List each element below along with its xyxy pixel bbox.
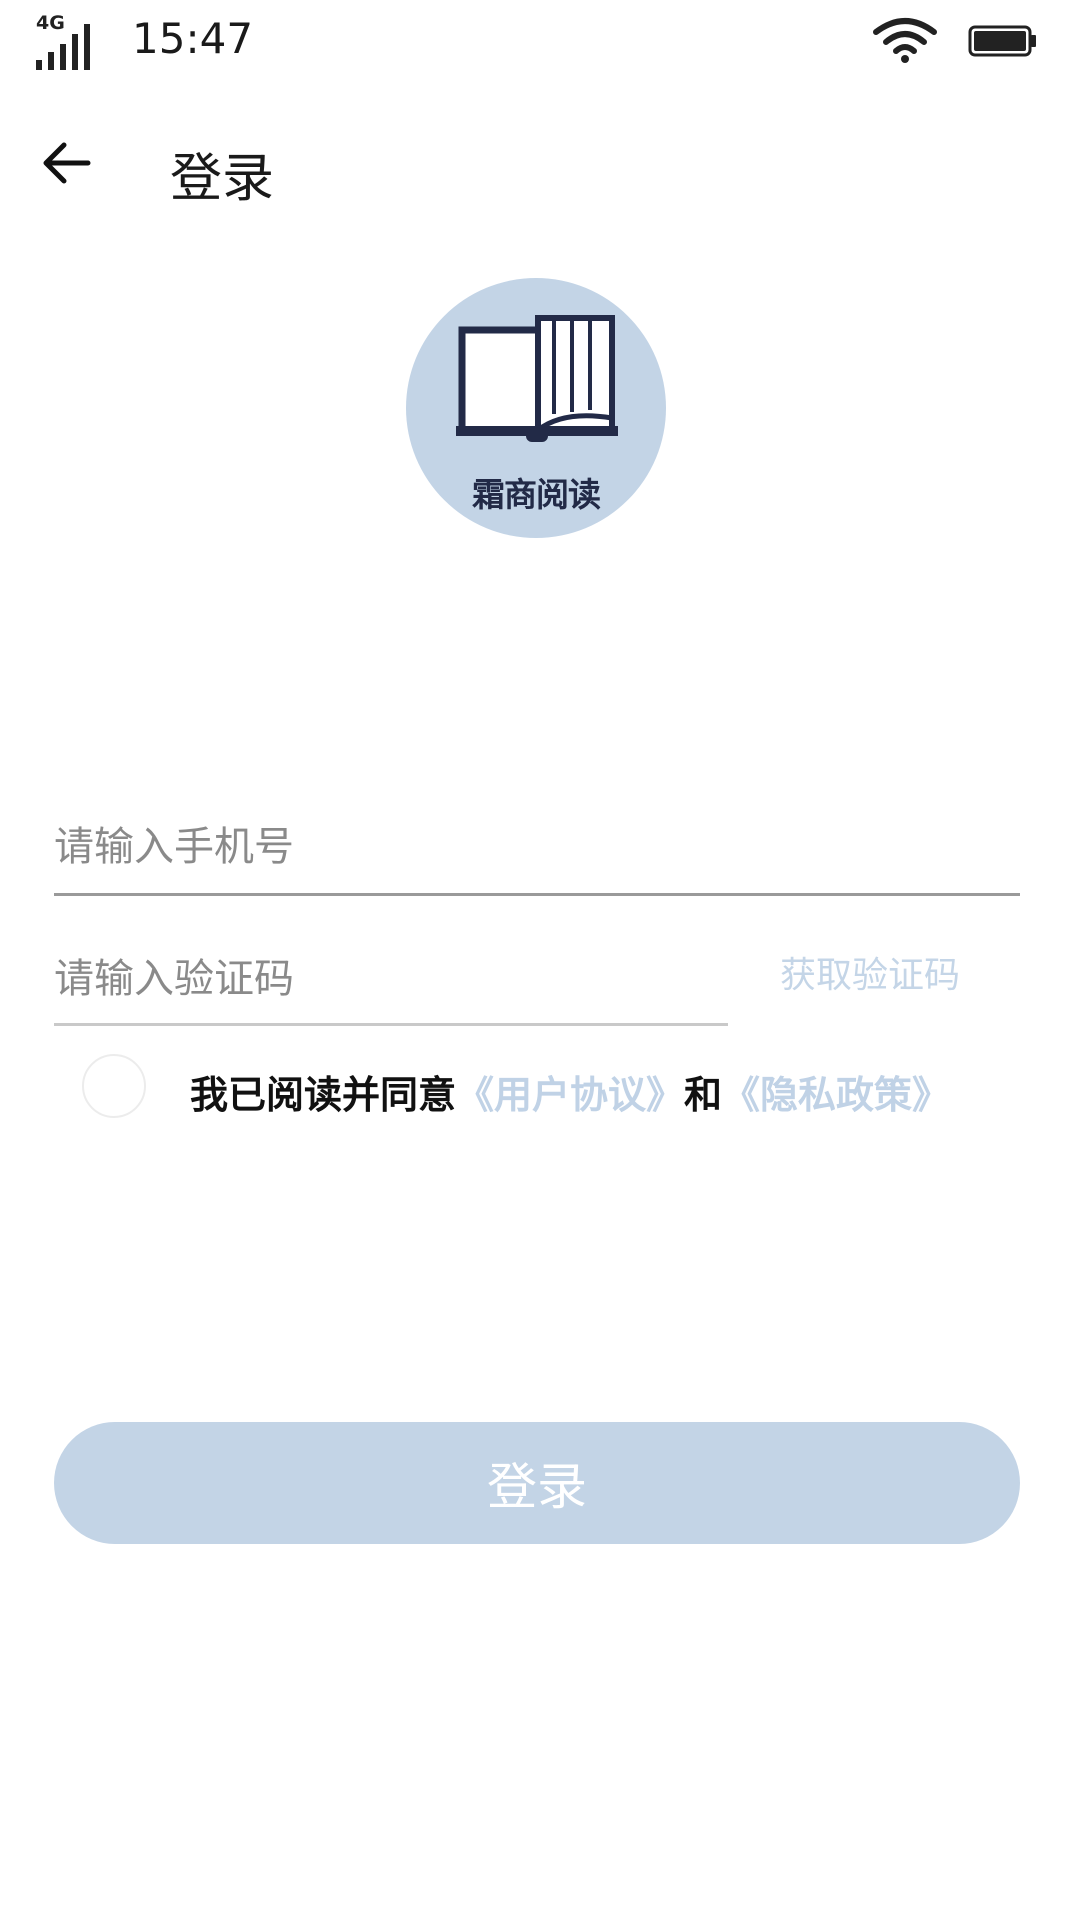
battery-icon: [968, 25, 1036, 57]
back-arrow-icon[interactable]: [40, 140, 92, 186]
logo-text: 霜商阅读: [472, 475, 601, 514]
status-bar: 4G 15:47: [0, 0, 1073, 80]
phone-input[interactable]: [54, 812, 1014, 882]
login-button[interactable]: 登录: [54, 1422, 1020, 1544]
get-code-button[interactable]: 获取验证码: [780, 946, 960, 998]
phone-input-underline: [54, 893, 1020, 896]
open-book-icon: [456, 315, 618, 442]
user-agreement-link[interactable]: 《用户协议》: [456, 1073, 684, 1117]
privacy-policy-link[interactable]: 《隐私政策》: [722, 1073, 950, 1117]
code-input-underline: [54, 1023, 728, 1026]
app-logo: 霜商阅读: [406, 278, 666, 538]
agreement-conjunction: 和: [684, 1073, 723, 1117]
wifi-icon: [873, 18, 937, 63]
agreement-prefix: 我已阅读并同意: [190, 1073, 457, 1117]
page-title: 登录: [170, 149, 275, 209]
agreement-text: 我已阅读并同意《用户协议》和《隐私政策》: [190, 1064, 950, 1119]
network-type-label: 4G: [36, 12, 65, 34]
status-time: 15:47: [132, 14, 254, 63]
verification-code-input[interactable]: [54, 944, 714, 1014]
agreement-checkbox[interactable]: [82, 1054, 146, 1118]
